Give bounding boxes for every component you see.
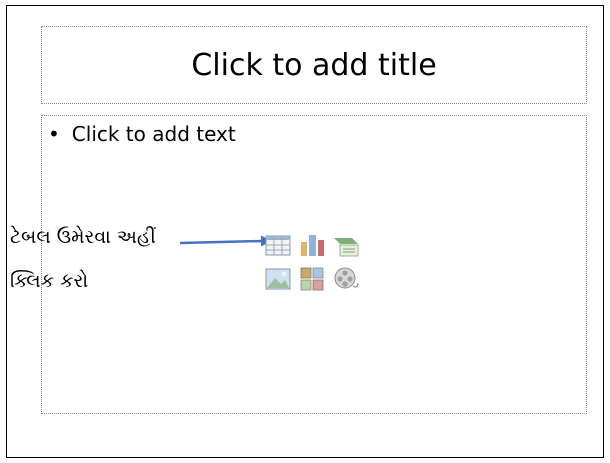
content-icon-grid	[264, 232, 364, 294]
insert-chart-icon[interactable]	[298, 232, 326, 258]
insert-table-icon[interactable]	[264, 232, 292, 258]
insert-clipart-icon[interactable]	[298, 266, 326, 292]
insert-smartart-icon[interactable]	[332, 232, 360, 258]
insert-media-icon[interactable]	[332, 266, 360, 292]
insert-picture-icon[interactable]	[264, 266, 292, 292]
